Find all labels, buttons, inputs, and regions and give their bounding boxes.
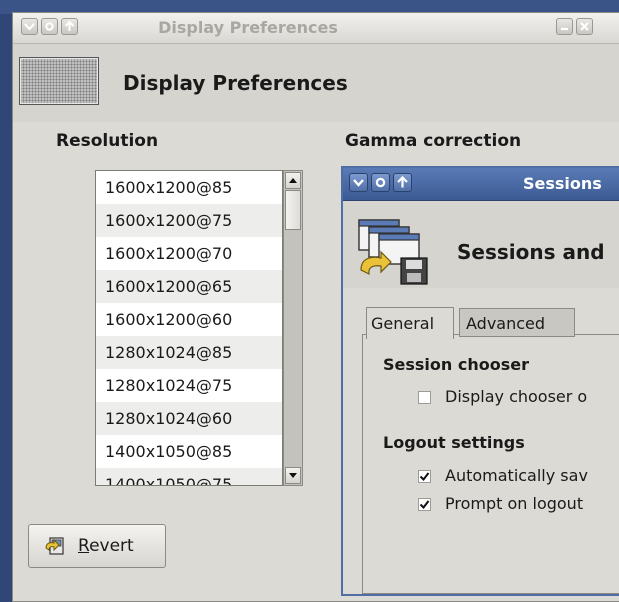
- list-item[interactable]: 1600x1200@60: [96, 303, 282, 336]
- header-title: Display Preferences: [123, 71, 348, 95]
- circle-icon: [375, 177, 386, 188]
- resolution-list[interactable]: 1600x1200@85 1600x1200@75 1600x1200@70 1…: [95, 170, 283, 486]
- list-item[interactable]: 1280x1024@85: [96, 336, 282, 369]
- list-item[interactable]: 1280x1024@60: [96, 402, 282, 435]
- window-titlebar[interactable]: Display Preferences: [13, 13, 619, 44]
- arrow-up-icon: [397, 176, 408, 188]
- display-header: Display Preferences: [13, 44, 619, 122]
- minimize-icon: [561, 27, 568, 31]
- sessions-titlebar[interactable]: Sessions: [343, 168, 619, 201]
- gamma-heading: Gamma correction: [345, 131, 522, 151]
- auto-save-checkbox[interactable]: [418, 470, 431, 483]
- checkmark-icon: [419, 472, 430, 482]
- revert-button[interactable]: Revert: [28, 524, 166, 568]
- list-item[interactable]: 1600x1200@65: [96, 270, 282, 303]
- list-item[interactable]: 1600x1200@85: [96, 171, 282, 204]
- scroll-down-button[interactable]: [285, 467, 301, 484]
- prompt-logout-label: Prompt on logout: [445, 494, 584, 513]
- shade-button[interactable]: [371, 173, 390, 192]
- sessions-header: Sessions and: [343, 201, 619, 288]
- close-button[interactable]: [576, 18, 593, 35]
- revert-icon: [45, 537, 64, 555]
- prompt-logout-checkbox[interactable]: [418, 498, 431, 511]
- list-item[interactable]: 1400x1050@85: [96, 435, 282, 468]
- revert-label: Revert: [78, 536, 134, 556]
- minimize-button[interactable]: [556, 18, 573, 35]
- sessions-header-title: Sessions and: [457, 240, 605, 264]
- tab-general[interactable]: General: [366, 307, 454, 339]
- display-chooser-label: Display chooser o: [445, 387, 588, 406]
- menu-button[interactable]: [349, 173, 368, 192]
- scroll-thumb[interactable]: [285, 190, 301, 230]
- sessions-title: Sessions: [523, 174, 602, 193]
- list-item[interactable]: 1600x1200@75: [96, 204, 282, 237]
- raise-button[interactable]: [393, 173, 412, 192]
- chevron-down-icon: [353, 179, 364, 187]
- resolution-heading: Resolution: [56, 131, 159, 151]
- window-title: Display Preferences: [158, 18, 338, 37]
- sessions-icon: [358, 219, 428, 285]
- list-item[interactable]: 1400x1050@75: [96, 468, 282, 485]
- checkmark-icon: [419, 500, 430, 510]
- list-item[interactable]: 1600x1200@70: [96, 237, 282, 270]
- close-icon: [580, 22, 589, 31]
- session-chooser-heading: Session chooser: [383, 355, 529, 374]
- arrow-down-icon: [289, 473, 297, 478]
- logout-settings-heading: Logout settings: [383, 433, 525, 452]
- scroll-up-button[interactable]: [285, 172, 301, 189]
- resolution-scrollbar[interactable]: [283, 170, 303, 486]
- arrow-up-icon: [289, 178, 297, 183]
- list-item[interactable]: 1280x1024@75: [96, 369, 282, 402]
- monitor-icon: [19, 57, 99, 105]
- tab-advanced[interactable]: Advanced: [459, 308, 575, 337]
- auto-save-label: Automatically sav: [445, 466, 588, 485]
- display-chooser-checkbox[interactable]: [418, 391, 431, 404]
